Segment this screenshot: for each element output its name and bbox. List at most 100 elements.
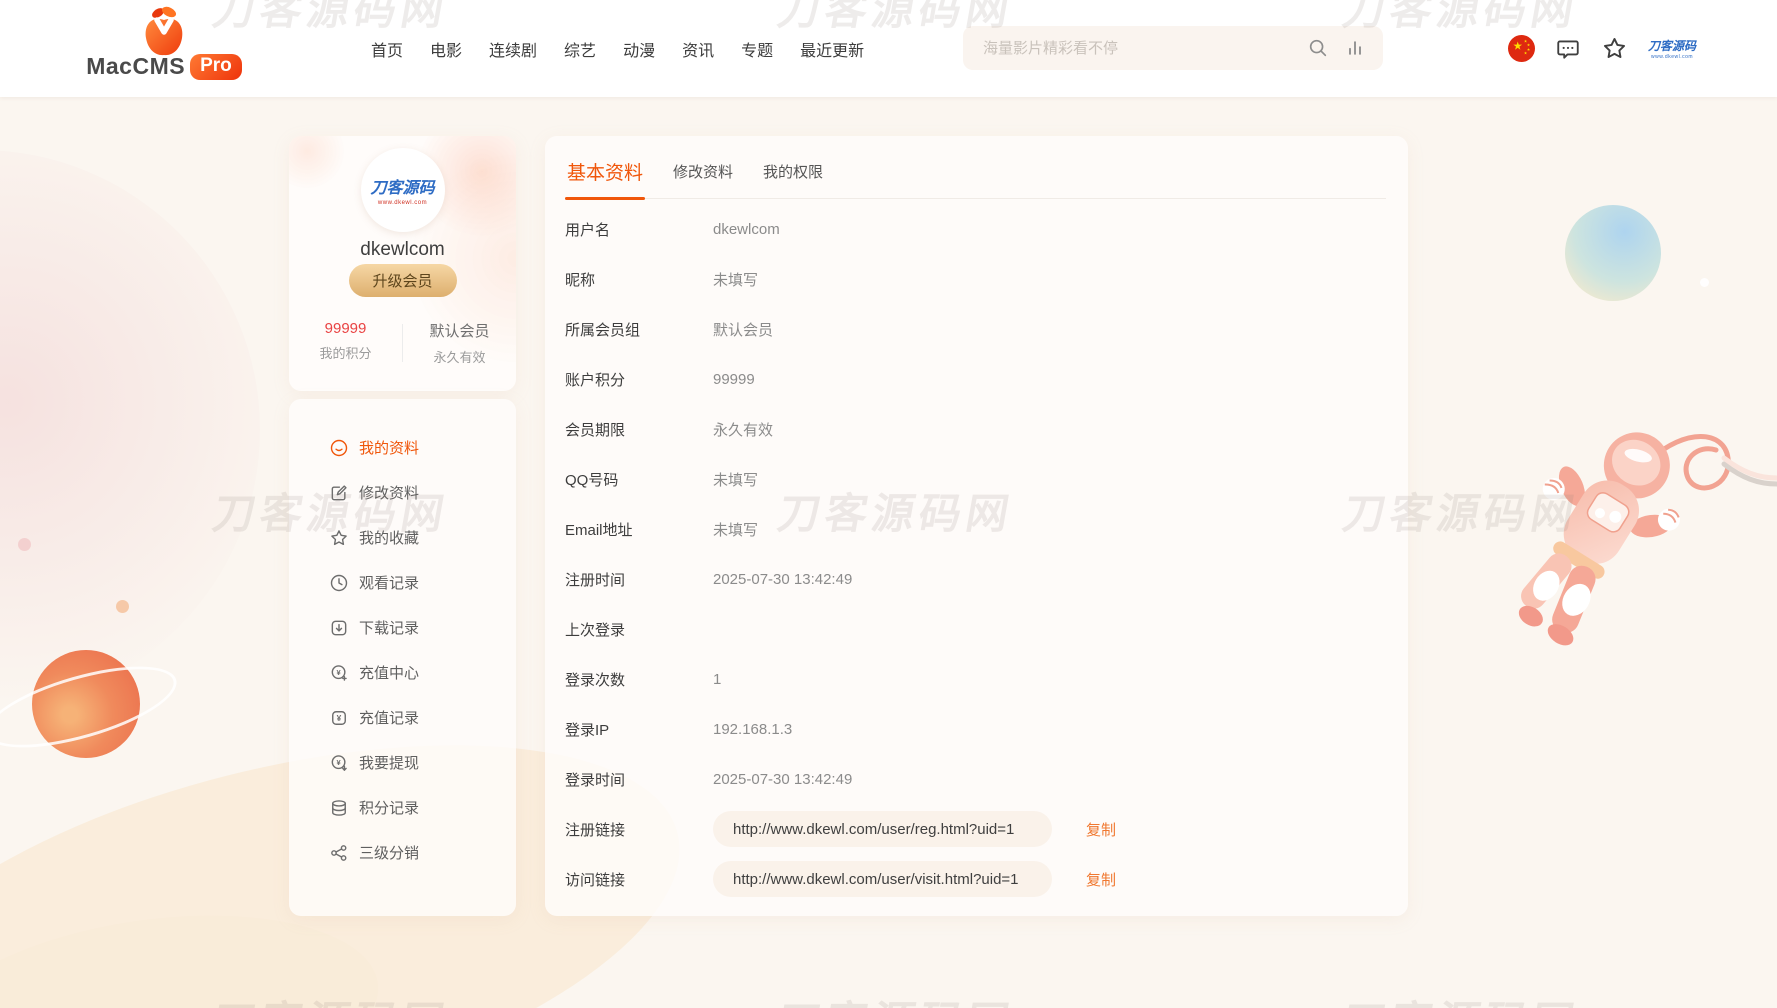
field-row: Email地址 未填写 [545, 504, 1408, 554]
member-group-stat: 默认会员 永久有效 [403, 320, 516, 366]
profile-card: 刀客源码 www.dkewl.com dkewlcom 升级会员 99999 我… [289, 136, 516, 391]
field-label: 注册时间 [565, 569, 713, 590]
page: MacCMS Pro 首页 电影 连续剧 综艺 动漫 资讯 专题 最近更新 [0, 0, 1777, 1008]
field-label: QQ号码 [565, 469, 713, 490]
share-icon [329, 843, 349, 863]
nav-item[interactable]: 资讯 [682, 37, 714, 61]
withdraw-icon: ¥ [329, 753, 349, 773]
field-value: 1 [713, 671, 721, 688]
username: dkewlcom [289, 239, 516, 261]
sidebar-menu-item[interactable]: 三级分销 [289, 830, 516, 875]
edit-icon [329, 483, 349, 503]
field-value: 永久有效 [713, 419, 773, 440]
star-icon [329, 528, 349, 548]
avatar[interactable]: 刀客源码 www.dkewl.com [361, 148, 445, 232]
link-value[interactable]: http://www.dkewl.com/user/visit.html?uid… [713, 861, 1052, 897]
field-label: 登录时间 [565, 769, 713, 790]
sidebar-menu-label: 我的收藏 [359, 527, 419, 548]
china-flag-icon[interactable] [1508, 35, 1535, 62]
recharge-record-icon: ¥ [329, 708, 349, 728]
field-value: 99999 [713, 371, 755, 388]
field-row: 登录时间 2025-07-30 13:42:49 [545, 754, 1408, 804]
svg-text:¥: ¥ [336, 758, 341, 767]
sidebar-menu-item[interactable]: ¥ 充值记录 [289, 695, 516, 740]
field-value: 默认会员 [713, 319, 773, 340]
sidebar-menu-label: 充值中心 [359, 662, 419, 683]
avatar-logo-subtext: www.dkewl.com [378, 200, 427, 206]
field-label: 所属会员组 [565, 319, 713, 340]
dot-decoration [116, 600, 129, 613]
brand-badge: Pro [190, 54, 242, 80]
field-label: 会员期限 [565, 419, 713, 440]
field-row: 注册时间 2025-07-30 13:42:49 [545, 554, 1408, 604]
field-label: 昵称 [565, 269, 713, 290]
field-row: 注册链接 http://www.dkewl.com/user/reg.html?… [545, 804, 1408, 854]
copy-button[interactable]: 复制 [1086, 819, 1116, 840]
sidebar-menu-label: 三级分销 [359, 842, 419, 863]
sidebar-menu-item[interactable]: 我的资料 [289, 425, 516, 470]
copy-button[interactable]: 复制 [1086, 869, 1116, 890]
favorite-star-icon[interactable] [1601, 35, 1628, 62]
nav-item[interactable]: 专题 [741, 37, 773, 61]
nav-item[interactable]: 连续剧 [489, 37, 537, 61]
sidebar-menu-label: 观看记录 [359, 572, 419, 593]
field-label: 注册链接 [565, 819, 713, 840]
member-group-value: 默认会员 [403, 320, 516, 341]
sidebar-menu-item[interactable]: 我的收藏 [289, 515, 516, 560]
sidebar-menu-item[interactable]: 下载记录 [289, 605, 516, 650]
nav-item[interactable]: 首页 [371, 37, 403, 61]
sidebar-menu-item[interactable]: 积分记录 [289, 785, 516, 830]
dot-decoration [18, 538, 31, 551]
dkewl-site-logo[interactable]: 刀客源码 www.dkewl.com [1648, 37, 1696, 60]
message-icon[interactable] [1555, 36, 1581, 62]
sidebar-menu-item[interactable]: 修改资料 [289, 470, 516, 515]
nav-item[interactable]: 电影 [430, 37, 462, 61]
field-row: 登录IP 192.168.1.3 [545, 704, 1408, 754]
dkewl-logo-text: 刀客源码 [1648, 37, 1696, 54]
tab[interactable]: 我的权限 [763, 161, 823, 198]
field-value: 未填写 [713, 519, 758, 540]
field-row: 访问链接 http://www.dkewl.com/user/visit.htm… [545, 854, 1408, 904]
field-value: 未填写 [713, 269, 758, 290]
sidebar-menu-label: 积分记录 [359, 797, 419, 818]
field-label: Email地址 [565, 519, 713, 540]
content-tabs: 基本资料 修改资料 我的权限 [567, 136, 1386, 199]
svg-text:¥: ¥ [336, 668, 341, 677]
sidebar-menu-label: 充值记录 [359, 707, 419, 728]
field-row: 用户名 dkewlcom [545, 204, 1408, 254]
ranking-icon[interactable] [1345, 38, 1365, 58]
sidebar-menu: 我的资料 修改资料 我的收藏 观看记录 下载记录 ¥ [289, 399, 516, 916]
sidebar-menu-item[interactable]: ¥ 充值中心 [289, 650, 516, 695]
tab[interactable]: 修改资料 [673, 161, 733, 198]
tab[interactable]: 基本资料 [567, 158, 643, 198]
dkewl-logo-subtext: www.dkewl.com [1651, 54, 1693, 60]
nav-item[interactable]: 动漫 [623, 37, 655, 61]
field-row: QQ号码 未填写 [545, 454, 1408, 504]
field-row: 账户积分 99999 [545, 354, 1408, 404]
brand-logo[interactable]: MacCMS Pro [96, 5, 232, 80]
field-value: 2025-07-30 13:42:49 [713, 571, 852, 588]
nav-item[interactable]: 综艺 [564, 37, 596, 61]
sidebar-menu-label: 下载记录 [359, 617, 419, 638]
field-label: 上次登录 [565, 619, 713, 640]
points-stat: 99999 我的积分 [289, 320, 402, 366]
field-value: 2025-07-30 13:42:49 [713, 771, 852, 788]
content-panel: 基本资料 修改资料 我的权限 用户名 dkewlcom 昵称 未填写 [545, 136, 1408, 916]
points-value: 99999 [289, 320, 402, 337]
orange-planet-decoration [32, 650, 140, 758]
sidebar-menu-item[interactable]: 观看记录 [289, 560, 516, 605]
search-icon[interactable] [1307, 37, 1329, 59]
top-header: MacCMS Pro 首页 电影 连续剧 综艺 动漫 资讯 专题 最近更新 [0, 0, 1777, 97]
watermark-text: 刀客源码网 [1339, 988, 1585, 1008]
nav-item[interactable]: 最近更新 [800, 37, 864, 61]
svg-text:¥: ¥ [337, 712, 342, 722]
member-group-label: 永久有效 [403, 347, 516, 366]
upgrade-member-button[interactable]: 升级会员 [349, 264, 457, 297]
sidebar-menu-item[interactable]: ¥ 我要提现 [289, 740, 516, 785]
link-value[interactable]: http://www.dkewl.com/user/reg.html?uid=1 [713, 811, 1052, 847]
field-value: 192.168.1.3 [713, 721, 792, 738]
dot-decoration [1700, 278, 1709, 287]
search-input[interactable] [963, 40, 1307, 57]
field-row: 会员期限 永久有效 [545, 404, 1408, 454]
field-value: dkewlcom [713, 221, 780, 238]
